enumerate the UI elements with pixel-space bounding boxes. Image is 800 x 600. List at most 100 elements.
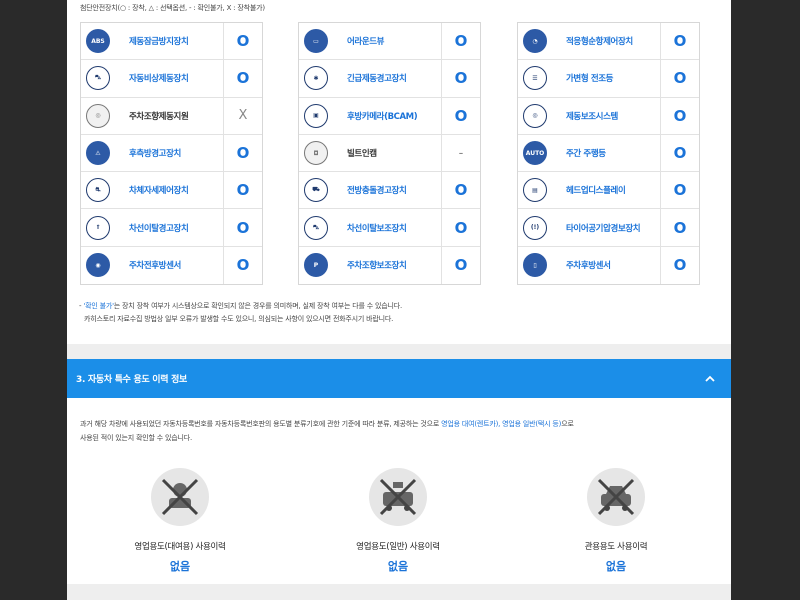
hud-icon: ▤ xyxy=(518,172,552,208)
icon-glyph: ⛟ xyxy=(304,178,328,203)
option-name: 주차전후방센서 xyxy=(129,261,181,272)
around-view-icon: ▭ xyxy=(299,23,333,59)
option-row: ▣ 후방카메라(BCAM) O xyxy=(299,97,480,135)
daytime-light-icon: AUTO xyxy=(518,135,552,171)
option-row: ⇑ 차선이탈경고장치 O xyxy=(81,209,262,247)
rental-car-icon xyxy=(151,468,209,526)
desc-part-c: 사용된 적이 있는지 확인할 수 있습니다. xyxy=(80,434,192,442)
option-row: ◎ 주차조향제동지원 X xyxy=(81,97,262,135)
adaptive-cruise-icon: ◔ xyxy=(518,23,552,59)
icon-glyph: ABS xyxy=(86,29,110,54)
option-value: O xyxy=(223,23,262,60)
note-highlight: '확인 불가' xyxy=(83,302,114,310)
chevron-up-icon[interactable] xyxy=(703,372,717,386)
abs-icon: ABS xyxy=(81,23,115,59)
icon-glyph: ⛍ xyxy=(86,66,110,91)
option-value: O xyxy=(660,134,699,172)
option-row: ⛟ 전방충돌경고장치 O xyxy=(299,172,480,210)
safety-options-card: 첨단안전장치(○ : 장착, △ : 선택옵션, - : 확인불가, X : 장… xyxy=(67,0,731,344)
option-value: O xyxy=(441,97,480,134)
option-name: 후방카메라(BCAM) xyxy=(347,111,418,122)
option-row: ▯ 주차후방센서 O xyxy=(518,246,699,285)
option-value: O xyxy=(441,172,480,209)
option-row: ◉ 주차전후방센서 O xyxy=(81,246,262,285)
parking-sensor-front-icon: ◉ xyxy=(81,247,115,284)
government-car-icon xyxy=(587,468,645,526)
stability-icon: ⛐ xyxy=(81,172,115,208)
lane-keep-icon: ⛍ xyxy=(299,209,333,245)
usage-general: 영업용도(일반) 사용이력 없음 xyxy=(323,468,473,574)
option-row: ◔ 적응형순항제어장치 O xyxy=(518,23,699,61)
option-value: O xyxy=(660,209,699,246)
tire-pressure-icon: (!) xyxy=(518,209,552,245)
option-value: X xyxy=(223,97,262,134)
icon-glyph: ⛍ xyxy=(304,215,328,240)
option-name: 어라운드뷰 xyxy=(347,37,385,48)
option-name: 차선이탈경고장치 xyxy=(129,223,189,234)
option-value: O xyxy=(223,172,262,209)
note-line1: 는 장치 장착 여부가 시스템상으로 확인되지 않은 경우를 의미하며, 실제 … xyxy=(113,302,403,310)
icon-glyph: ⇑ xyxy=(86,215,110,240)
option-row: ABS 제동잠금방지장치 O xyxy=(81,23,262,61)
icon-glyph: ▯ xyxy=(523,253,547,278)
icon-glyph: ▭ xyxy=(304,29,328,54)
options-column-1: ABS 제동잠금방지장치 O ⛍ 자동비상제동장치 O ◎ 주차조향제동지원 X ⚠ 후측방경고장치… xyxy=(80,22,263,286)
option-row: P 주차조향보조장치 O xyxy=(299,246,480,285)
option-value: O xyxy=(441,209,480,246)
option-name: 차체자세제어장치 xyxy=(129,186,189,197)
option-name: 차선이탈보조장치 xyxy=(347,223,407,234)
option-name: 헤드업디스플레이 xyxy=(566,186,626,197)
rear-sensor-icon: ▯ xyxy=(518,247,552,284)
option-row: ☰ 가변형 전조등 O xyxy=(518,60,699,98)
icon-glyph: ◎ xyxy=(523,103,547,128)
icon-glyph: ✱ xyxy=(304,66,328,91)
option-name: 주간 주행등 xyxy=(566,149,606,160)
option-value: O xyxy=(660,60,699,97)
option-row: AUTO 주간 주행등 O xyxy=(518,134,699,173)
taxi-icon xyxy=(369,468,427,526)
icon-glyph: ◔ xyxy=(523,29,547,54)
option-row: ⚠ 후측방경고장치 O xyxy=(81,134,262,173)
front-collision-icon: ⛟ xyxy=(299,172,333,208)
option-value: O xyxy=(660,97,699,134)
option-name: 제동보조시스템 xyxy=(566,111,618,122)
option-row: ⛐ 차체자세제어장치 O xyxy=(81,172,262,210)
option-value: O xyxy=(441,60,480,97)
option-value: O xyxy=(441,246,480,285)
option-row: ⛍ 자동비상제동장치 O xyxy=(81,60,262,98)
option-row: ⛍ 차선이탈보조장치 O xyxy=(299,209,480,247)
note-line2: 카히스토리 자료수집 방법상 일부 오류가 발생할 수도 있으니, 의심되는 사… xyxy=(84,315,394,323)
options-notes: - '확인 불가'는 장치 장착 여부가 시스템상으로 확인되지 않은 경우를 … xyxy=(79,300,402,326)
icon-glyph: P xyxy=(304,253,328,278)
option-value: O xyxy=(660,246,699,285)
desc-part-a: 과거 해당 차량에 사용되었던 자동차등록번호를 자동차등록번호판의 용도별 분… xyxy=(80,420,442,428)
rear-cross-icon: ⚠ xyxy=(81,135,115,171)
option-row: (!) 타이어공기압경보장치 O xyxy=(518,209,699,247)
usage-rental: 영업용도(대여용) 사용이력 없음 xyxy=(105,468,255,574)
option-name: 주차조향보조장치 xyxy=(347,261,407,272)
icon-glyph: ⛐ xyxy=(86,178,110,203)
option-value: O xyxy=(223,60,262,97)
special-use-section-body: 과거 해당 차량에 사용되었던 자동차등록번호를 자동차등록번호판의 용도별 분… xyxy=(67,398,731,600)
icon-glyph: ◎ xyxy=(86,103,110,128)
icon-glyph: ⚠ xyxy=(86,141,110,166)
usage-label: 관용용도 사용이력 xyxy=(584,542,648,552)
parking-steer-icon: ◎ xyxy=(81,98,115,134)
option-name: 가변형 전조등 xyxy=(566,74,614,85)
option-name: 적응형순항제어장치 xyxy=(566,37,633,48)
emergency-light-icon: ✱ xyxy=(299,60,333,96)
rear-camera-icon: ▣ xyxy=(299,98,333,134)
icon-glyph: (!) xyxy=(523,215,547,240)
usage-value: 없음 xyxy=(169,560,191,573)
option-name: 제동잠금방지장치 xyxy=(129,37,189,48)
icon-glyph: ◉ xyxy=(86,253,110,278)
parking-assist-icon: P xyxy=(299,247,333,284)
section-title: 3. 자동차 특수 용도 이력 정보 xyxy=(76,375,188,385)
usage-value: 없음 xyxy=(387,560,409,573)
option-name: 긴급제동경고장치 xyxy=(347,74,407,85)
usage-label: 영업용도(일반) 사용이력 xyxy=(356,542,440,552)
desc-part-b: 으로 xyxy=(561,420,574,428)
emergency-brake-icon: ⛍ xyxy=(81,60,115,96)
desc-highlight: 영업용 대여(렌트카), 영업용 일반(택시 등) xyxy=(441,420,562,428)
special-use-section-header[interactable]: 3. 자동차 특수 용도 이력 정보 xyxy=(67,359,731,398)
